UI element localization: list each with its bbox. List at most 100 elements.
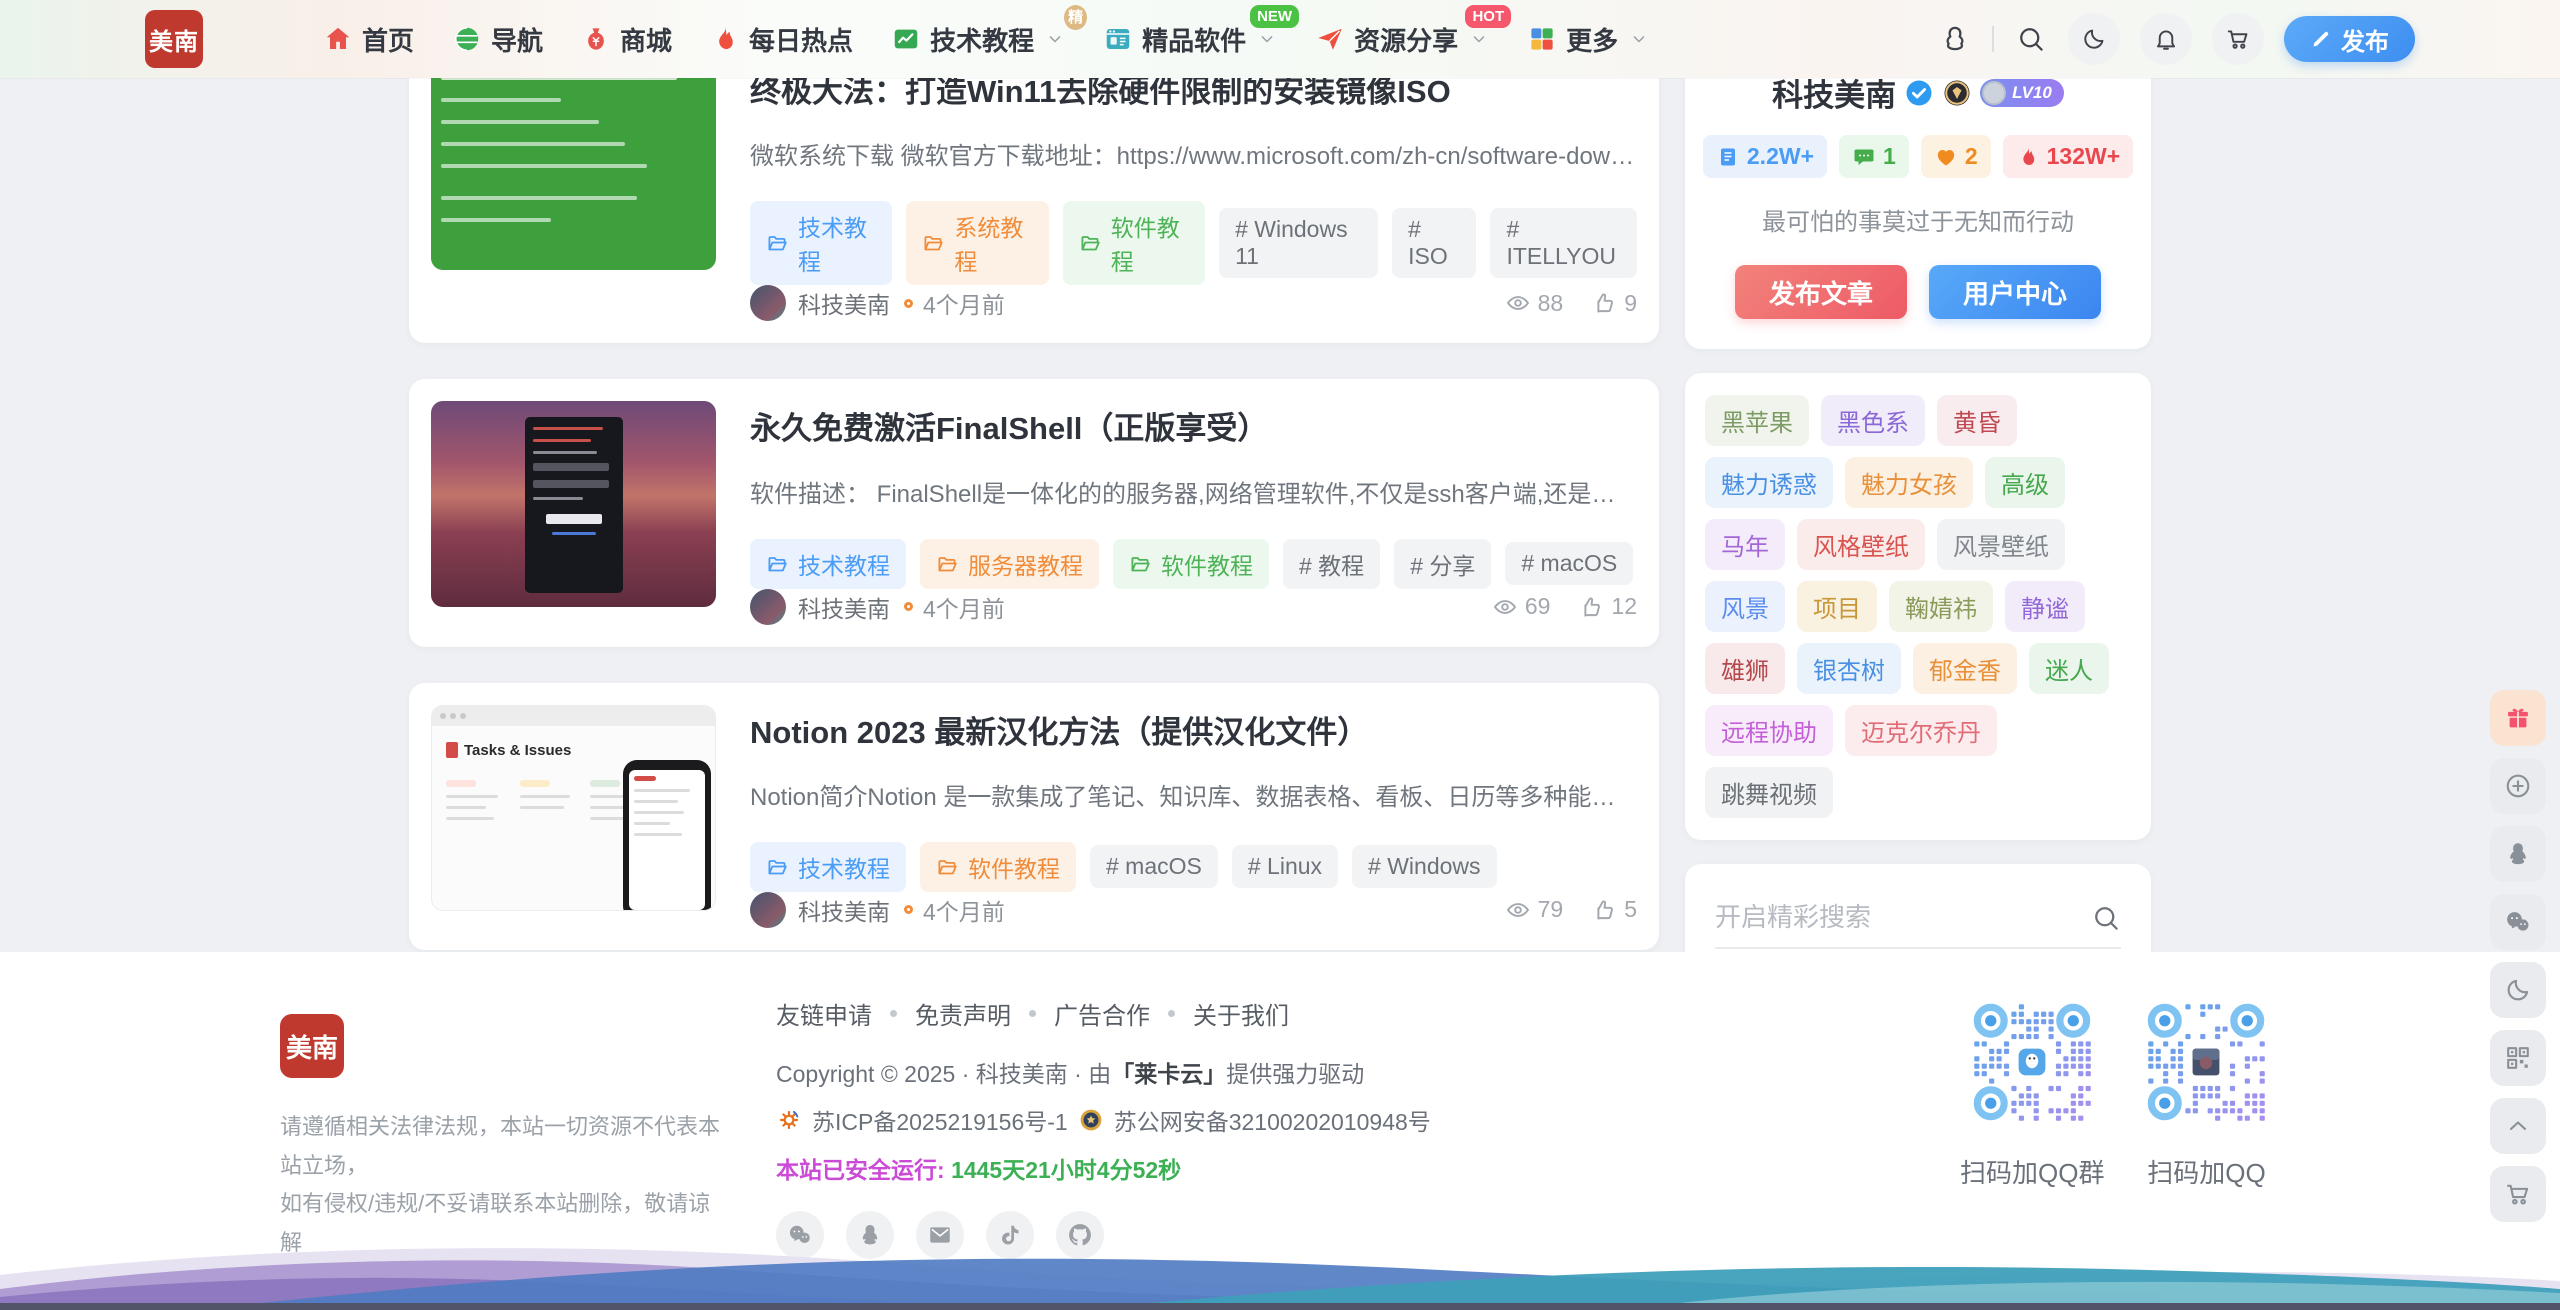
search-icon[interactable] xyxy=(2014,22,2048,56)
hash-tag-chip[interactable]: # macOS xyxy=(1090,845,1218,888)
float-gift-icon[interactable] xyxy=(2490,690,2546,746)
author-name[interactable]: 科技美南 xyxy=(798,893,890,927)
icp-link[interactable]: 苏ICP备2025219156号-1 xyxy=(812,1103,1068,1137)
copyright-brand: 「莱卡云」 xyxy=(1111,1061,1226,1087)
float-qrcode-icon[interactable] xyxy=(2490,1030,2546,1086)
like-count[interactable]: 5 xyxy=(1591,896,1637,923)
publish-button[interactable]: 发布 xyxy=(2284,16,2415,62)
sidebar-tag[interactable]: 黑色系 xyxy=(1821,395,1925,446)
footer-link-0[interactable]: 友链申请 xyxy=(776,996,872,1031)
chevron-down-icon xyxy=(1045,29,1065,49)
float-wechat-icon[interactable] xyxy=(2490,894,2546,950)
user-center-button[interactable]: 用户中心 xyxy=(1929,265,2101,319)
hash-tag-chip[interactable]: # 教程 xyxy=(1283,539,1380,589)
nav-item-7[interactable]: 更多 xyxy=(1527,21,1649,58)
publish-article-button[interactable]: 发布文章 xyxy=(1735,265,1907,319)
nav-item-0[interactable]: 首页 xyxy=(323,21,414,58)
article-title[interactable]: 永久免费激活FinalShell（正版享受） xyxy=(750,409,1637,449)
category-chip[interactable]: 系统教程 xyxy=(906,201,1048,285)
footer-link-1[interactable]: 免责声明 xyxy=(915,996,1011,1031)
search-icon[interactable] xyxy=(2091,903,2121,933)
float-chevron-up-icon[interactable] xyxy=(2490,1098,2546,1154)
sidebar-tag[interactable]: 高级 xyxy=(1985,457,2065,508)
article-excerpt: 软件描述： FinalShell是一体化的的服务器,网络管理软件,不仅是ssh客… xyxy=(750,474,1637,509)
hash-tag-chip[interactable]: # ISO xyxy=(1392,208,1476,278)
footer-link-2[interactable]: 广告合作 xyxy=(1054,996,1150,1031)
folder-icon xyxy=(922,231,946,255)
category-chip[interactable]: 技术教程 xyxy=(750,539,906,589)
sidebar-tag[interactable]: 风景 xyxy=(1705,581,1785,632)
nav-item-2[interactable]: 商城 xyxy=(581,21,672,58)
sidebar-tag[interactable]: 黄昏 xyxy=(1937,395,2017,446)
sidebar-tag[interactable]: 迷人 xyxy=(2029,643,2109,694)
sidebar-tag[interactable]: 远程协助 xyxy=(1705,705,1833,756)
hash-tag-chip[interactable]: # ITELLYOU xyxy=(1490,208,1637,278)
category-chip[interactable]: 软件教程 xyxy=(1113,539,1269,589)
sidebar-tag[interactable]: 银杏树 xyxy=(1797,643,1901,694)
gear-icon xyxy=(776,1107,802,1133)
link-separator xyxy=(1029,1010,1036,1017)
nav-item-1[interactable]: 导航 xyxy=(452,21,543,58)
like-count[interactable]: 9 xyxy=(1591,290,1637,317)
dark-mode-toggle[interactable] xyxy=(2068,13,2120,65)
category-chip[interactable]: 技术教程 xyxy=(750,842,906,892)
dot-icon xyxy=(904,602,913,611)
hash-tag-chip[interactable]: # 分享 xyxy=(1394,539,1491,589)
like-count[interactable]: 12 xyxy=(1578,593,1637,620)
float-plus-circle-icon[interactable] xyxy=(2490,758,2546,814)
hash-tag-chip[interactable]: # Windows xyxy=(1352,845,1496,888)
hash-tag-chip[interactable]: # Linux xyxy=(1232,845,1338,888)
author-avatar[interactable] xyxy=(750,892,786,928)
sidebar-tag[interactable]: 项目 xyxy=(1797,581,1877,632)
sidebar-search-input[interactable] xyxy=(1715,902,2091,933)
nav-item-6[interactable]: 资源分享HOT xyxy=(1315,21,1489,58)
author-avatar[interactable] xyxy=(750,285,786,321)
qq-login-icon[interactable] xyxy=(1938,22,1972,56)
sidebar-tag[interactable]: 魅力女孩 xyxy=(1845,457,1973,508)
sidebar-tag[interactable]: 马年 xyxy=(1705,519,1785,570)
article-title[interactable]: Notion 2023 最新汉化方法（提供汉化文件） xyxy=(750,713,1637,753)
author-name[interactable]: 科技美南 xyxy=(798,286,890,320)
footer-beian: 苏ICP备2025219156号-1 苏公网安备32100202010948号 xyxy=(776,1103,1960,1137)
nav-item-3[interactable]: 每日热点 xyxy=(710,21,853,58)
article-thumbnail[interactable] xyxy=(431,401,716,607)
float-qq-icon[interactable] xyxy=(2490,826,2546,882)
category-chip[interactable]: 软件教程 xyxy=(920,842,1076,892)
sidebar-tag[interactable]: 迈克尔乔丹 xyxy=(1845,705,1997,756)
sidebar-tag[interactable]: 风格壁纸 xyxy=(1797,519,1925,570)
police-link[interactable]: 苏公网安备32100202010948号 xyxy=(1114,1103,1431,1137)
compass-icon xyxy=(452,24,482,54)
police-badge-icon xyxy=(1078,1107,1104,1133)
sidebar-tag[interactable]: 风景壁纸 xyxy=(1937,519,2065,570)
footer-copyright: Copyright © 2025 · 科技美南 · 由「莱卡云」提供强力驱动 xyxy=(776,1055,1960,1089)
category-chip[interactable]: 技术教程 xyxy=(750,201,892,285)
hash-tag-chip[interactable]: # Windows 11 xyxy=(1219,208,1378,278)
hash-tag-chip[interactable]: # macOS xyxy=(1505,542,1633,585)
author-avatar[interactable] xyxy=(750,589,786,625)
article-thumbnail[interactable]: Tasks & Issues xyxy=(431,705,716,911)
site-logo[interactable]: 美南 xyxy=(145,10,203,68)
notifications-button[interactable] xyxy=(2140,13,2192,65)
category-chip[interactable]: 软件教程 xyxy=(1063,201,1205,285)
category-chip[interactable]: 服务器教程 xyxy=(920,539,1099,589)
sidebar-tag[interactable]: 郁金香 xyxy=(1913,643,2017,694)
nav-item-4[interactable]: 技术教程精 xyxy=(891,21,1065,58)
sidebar-tag[interactable]: 鞠婧祎 xyxy=(1889,581,1993,632)
float-cart-icon[interactable] xyxy=(2490,1166,2546,1222)
sidebar-tag[interactable]: 静谧 xyxy=(2005,581,2085,632)
article-title[interactable]: 终极大法：打造Win11去除硬件限制的安装镜像ISO xyxy=(750,72,1637,112)
footer-link-3[interactable]: 关于我们 xyxy=(1193,996,1289,1031)
sidebar-tag[interactable]: 黑苹果 xyxy=(1705,395,1809,446)
sidebar-tag[interactable]: 雄狮 xyxy=(1705,643,1785,694)
footer-logo[interactable]: 美南 xyxy=(280,1014,344,1078)
float-moon-icon[interactable] xyxy=(2490,962,2546,1018)
comment-icon xyxy=(1852,145,1876,169)
sidebar-tag[interactable]: 跳舞视频 xyxy=(1705,767,1833,818)
cart-button[interactable] xyxy=(2212,13,2264,65)
article-thumbnail[interactable] xyxy=(431,64,716,270)
folder-icon xyxy=(936,552,960,576)
sidebar-tag[interactable]: 魅力诱惑 xyxy=(1705,457,1833,508)
thumbs-up-icon xyxy=(1578,594,1604,620)
nav-item-5[interactable]: 精品软件NEW xyxy=(1103,21,1277,58)
author-name[interactable]: 科技美南 xyxy=(798,590,890,624)
